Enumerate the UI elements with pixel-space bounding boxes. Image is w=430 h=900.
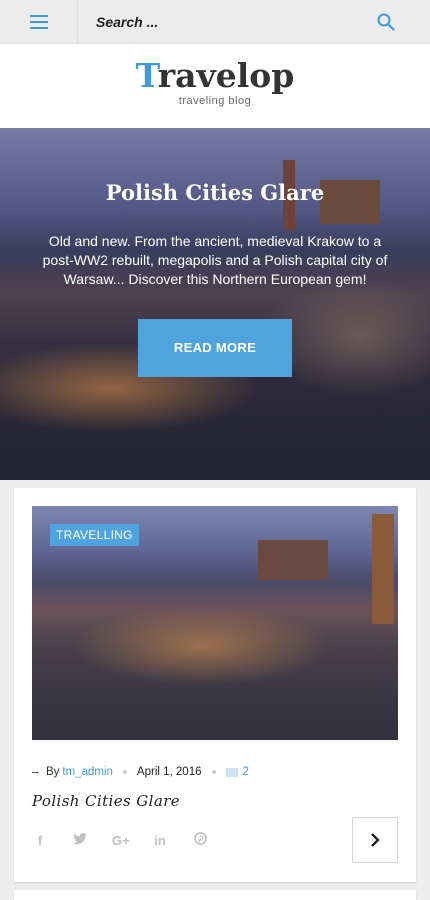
thumbnail-glow	[72, 606, 332, 686]
meta-separator	[122, 770, 127, 774]
hamburger-menu-icon	[29, 15, 48, 29]
hero-description: Old and new. From the ancient, medieval …	[42, 233, 388, 287]
hero-title: Polish Cities Glare	[105, 180, 325, 205]
category-badge[interactable]: TRAVELLING	[50, 524, 139, 546]
logo-initial: T	[135, 56, 158, 95]
next-post-button[interactable]	[352, 817, 398, 863]
site-tagline: traveling blog	[178, 95, 252, 107]
menu-button[interactable]	[0, 0, 78, 44]
comment-icon	[225, 767, 238, 777]
google-plus-icon[interactable]: G+	[112, 833, 130, 848]
search-input[interactable]: Search ...	[96, 0, 158, 44]
thumbnail-church	[258, 540, 328, 580]
linkedin-icon[interactable]: in	[152, 833, 168, 848]
post-date: April 1, 2016	[136, 766, 202, 778]
author-link[interactable]: tm_admin	[62, 766, 113, 778]
comment-count[interactable]: 2	[243, 766, 249, 778]
chevron-right-icon	[371, 833, 380, 847]
logo-rest: ravelop	[157, 56, 295, 95]
hero-banner: Polish Cities Glare Old and new. From th…	[0, 128, 430, 480]
next-post-card	[14, 890, 416, 900]
twitter-icon[interactable]	[72, 832, 88, 848]
search-button[interactable]	[374, 10, 398, 34]
meta-dash	[32, 771, 39, 773]
post-card: TRAVELLING By tm_admin April 1, 2016 2 P…	[14, 488, 416, 882]
search-icon	[377, 13, 395, 31]
thumbnail-tower	[372, 514, 394, 624]
pinterest-icon[interactable]	[192, 832, 208, 848]
post-thumbnail[interactable]: TRAVELLING	[32, 506, 398, 740]
by-label: By	[46, 766, 60, 778]
facebook-icon[interactable]: f	[32, 833, 48, 848]
site-branding: Travelop traveling blog	[0, 44, 430, 128]
site-logo[interactable]: Travelop	[0, 56, 430, 96]
share-buttons: f G+ in	[32, 832, 232, 848]
meta-separator	[211, 770, 216, 774]
post-title[interactable]: Polish Cities Glare	[32, 792, 180, 810]
read-more-button[interactable]: READ MORE	[138, 319, 292, 377]
post-meta: By tm_admin April 1, 2016 2	[32, 764, 249, 780]
top-bar: Search ...	[0, 0, 430, 44]
